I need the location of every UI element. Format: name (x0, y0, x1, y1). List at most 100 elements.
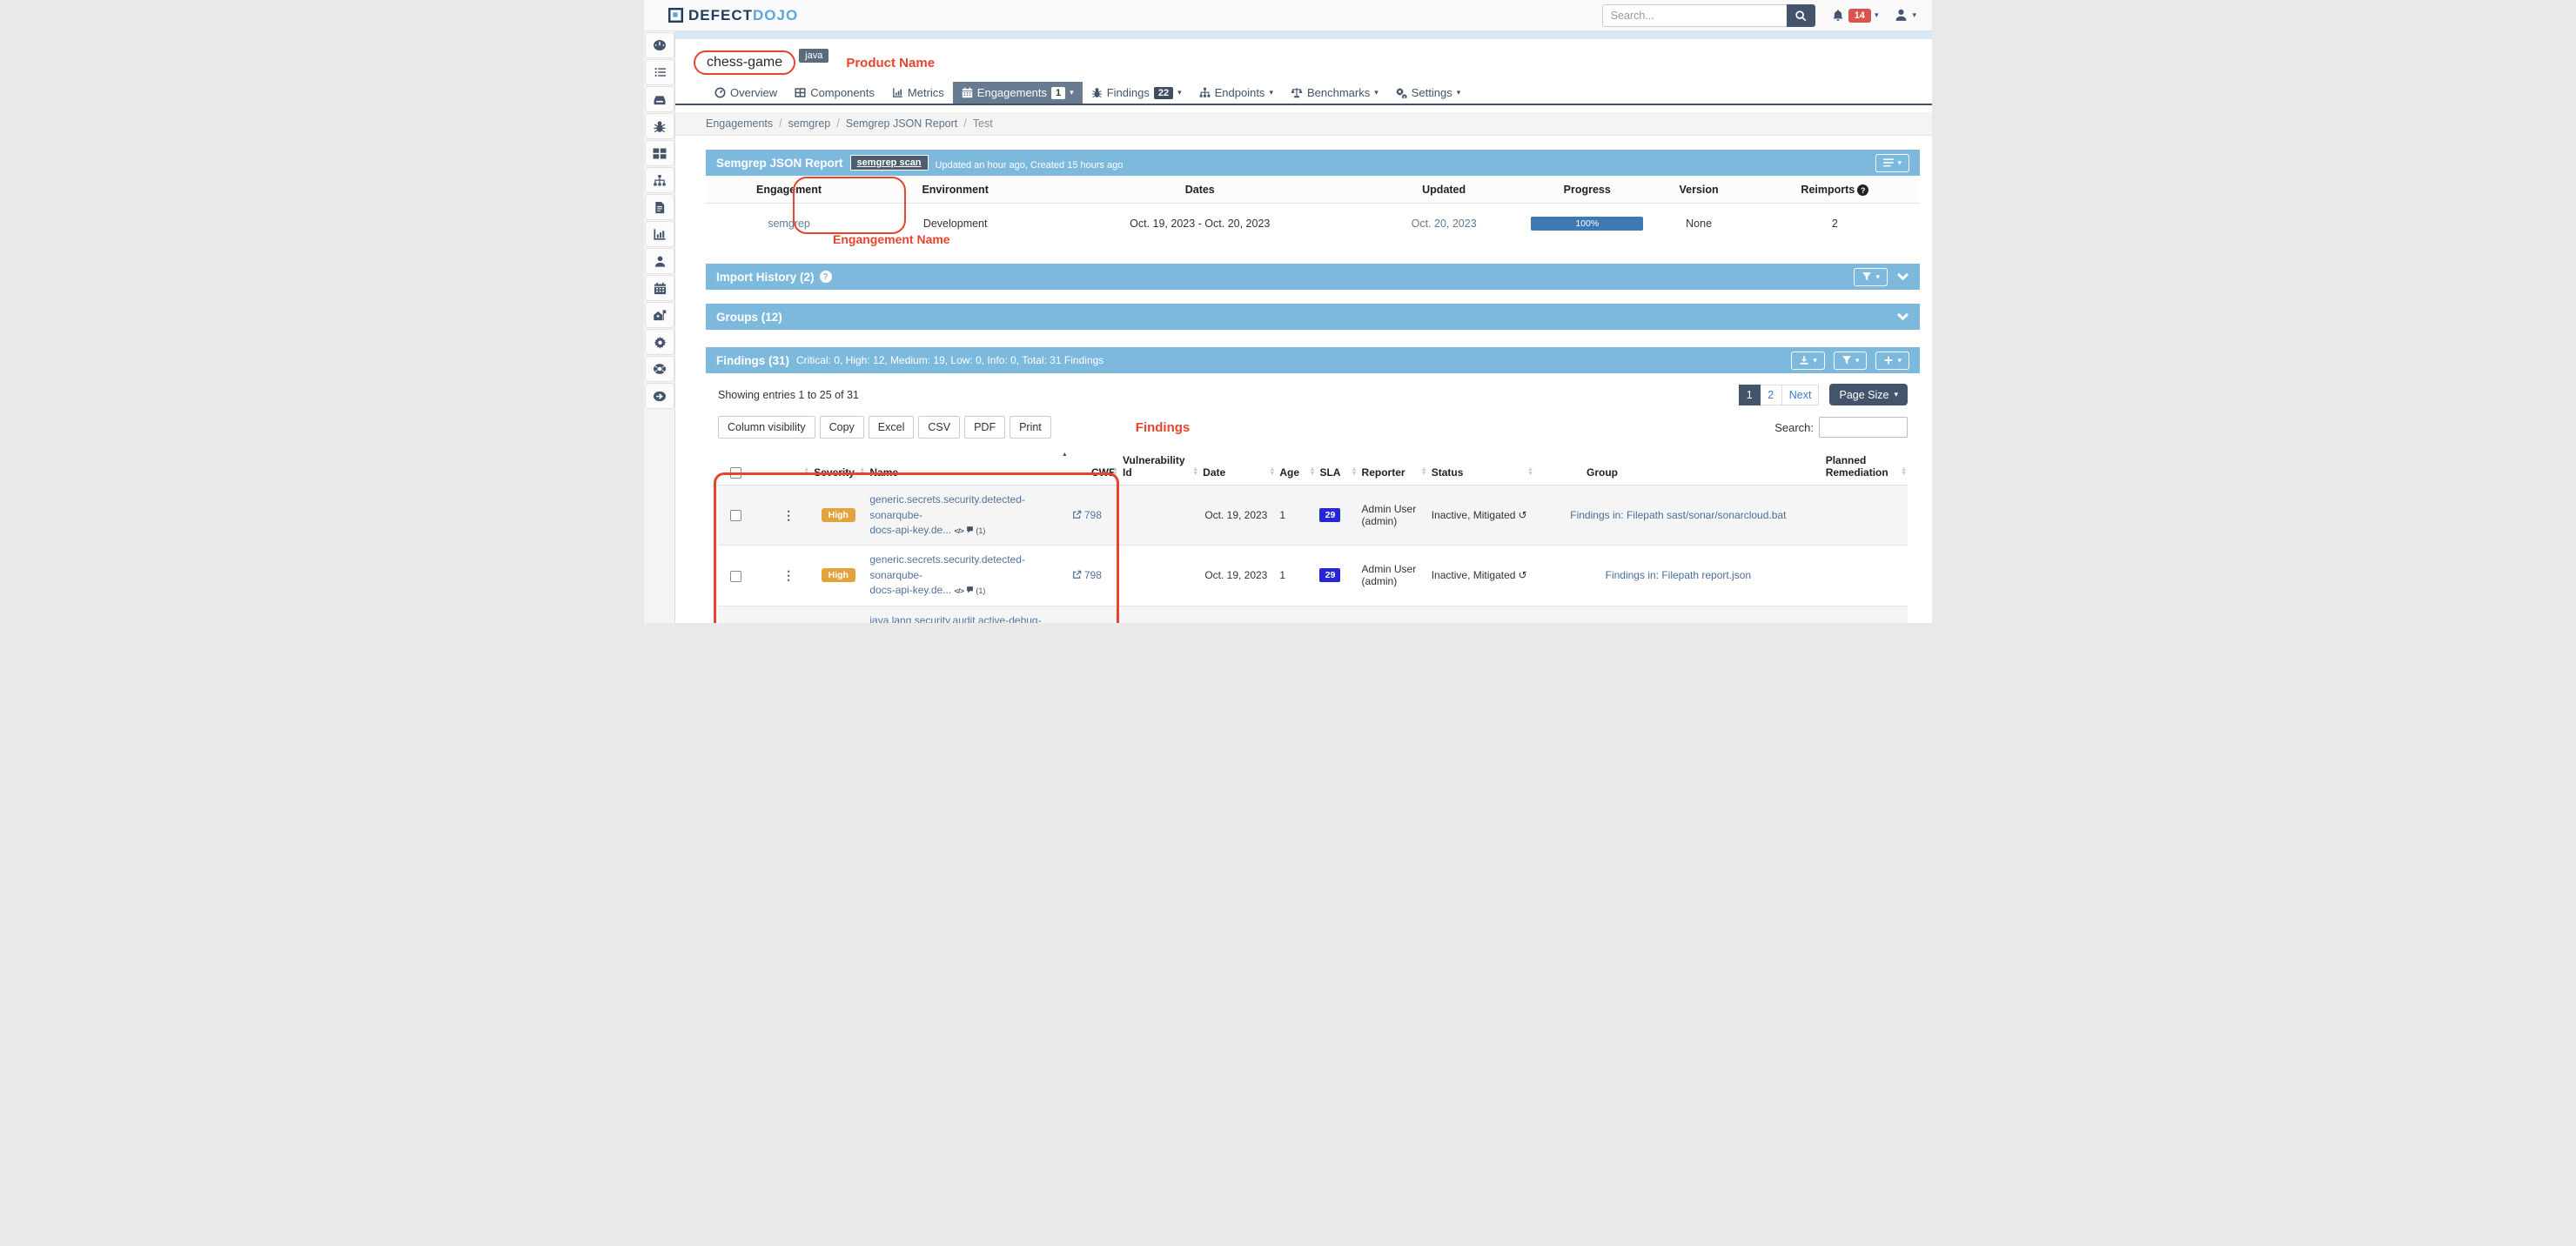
sort-control[interactable]: ▲▼ (1269, 467, 1275, 476)
row-checkbox[interactable] (730, 571, 741, 582)
global-search-button[interactable] (1787, 4, 1815, 27)
page-1-button[interactable]: 1 (1739, 385, 1761, 405)
sort-control[interactable]: ▲▼ (1527, 467, 1533, 476)
tab-endpoints[interactable]: Endpoints ▾ (1191, 82, 1282, 104)
sidebar-item-inbox[interactable] (645, 86, 674, 112)
import-history-header[interactable]: Import History (2) ? ▾ (706, 264, 1920, 290)
breadcrumb-semgrep[interactable]: semgrep (788, 117, 831, 130)
inbox-icon (653, 94, 667, 105)
sidebar-item-bug[interactable] (645, 113, 674, 139)
user-menu[interactable]: ▾ (1894, 8, 1916, 23)
cwe-link[interactable]: 798 (1072, 569, 1102, 581)
column-visibility-button[interactable]: Column visibility (718, 416, 815, 439)
csv-button[interactable]: CSV (918, 416, 960, 439)
sort-control[interactable]: ▲▼ (803, 467, 809, 476)
engagements-count-badge: 1 (1051, 87, 1065, 99)
tab-settings[interactable]: Settings ▾ (1387, 82, 1470, 104)
sidebar-item-dashboard[interactable] (645, 32, 674, 58)
sidebar-item-logout[interactable] (645, 383, 674, 409)
notifications-menu[interactable]: 14 ▾ (1831, 9, 1879, 23)
comment-icon[interactable] (966, 586, 974, 593)
finding-group-link[interactable]: Findings in: Filepath src/main/java/core… (1546, 622, 1811, 623)
page-size-button[interactable]: Page Size▾ (1829, 384, 1908, 405)
sidebar-item-products[interactable] (645, 302, 674, 328)
col-sla[interactable]: SLA▲▼ (1316, 449, 1358, 486)
tab-overview[interactable]: Overview (706, 82, 786, 104)
row-actions-kebab-icon[interactable]: ⋮ (782, 568, 795, 582)
col-severity[interactable]: Severity▲▼ (810, 449, 866, 486)
comment-icon[interactable] (966, 526, 974, 533)
sidebar-item-components[interactable] (645, 140, 674, 166)
sort-control[interactable]: ▲▼ (1192, 467, 1198, 476)
col-vulnerability-id[interactable]: Vulnerability Id▲▼ (1119, 449, 1199, 486)
sort-control[interactable]: ▲▼ (1901, 467, 1907, 476)
col-cwe[interactable]: CWE▲▼ (1069, 449, 1119, 486)
tab-metrics[interactable]: Metrics (883, 82, 953, 104)
col-age[interactable]: Age▲▼ (1276, 449, 1316, 486)
groups-header[interactable]: Groups (12) (706, 304, 1920, 330)
col-reporter[interactable]: Reporter▲▼ (1358, 449, 1428, 486)
breadcrumb-current: Test (973, 117, 993, 130)
tab-benchmarks[interactable]: Benchmarks ▾ (1282, 82, 1387, 104)
sidebar-item-support[interactable] (645, 356, 674, 382)
product-name[interactable]: chess-game (707, 55, 782, 70)
tab-engagements[interactable]: Engagements 1 ▾ (953, 82, 1083, 104)
add-finding-button[interactable]: ▾ (1875, 352, 1909, 370)
help-icon[interactable]: ? (820, 271, 832, 283)
breadcrumb-engagements[interactable]: Engagements (706, 117, 773, 130)
next-page-button[interactable]: Next (1782, 385, 1820, 405)
finding-group-link[interactable]: Findings in: Filepath report.json (1606, 569, 1751, 581)
collapse-chevron-icon[interactable] (1896, 272, 1909, 281)
sidebar-item-configuration[interactable] (645, 329, 674, 355)
excel-button[interactable]: Excel (869, 416, 915, 439)
sort-control[interactable]: ▲▼ (1421, 467, 1427, 476)
updated-value[interactable]: Oct. 20, 2023 (1412, 218, 1477, 230)
tab-findings[interactable]: Findings 22 ▾ (1083, 82, 1191, 104)
col-group[interactable]: Group (1534, 449, 1822, 486)
col-date[interactable]: Date▲▼ (1199, 449, 1276, 486)
sidebar-item-reports[interactable] (645, 194, 674, 220)
sort-control[interactable]: ▲▼ (1352, 467, 1358, 476)
sla-badge: 29 (1319, 568, 1340, 582)
print-button[interactable]: Print (1010, 416, 1051, 439)
sidebar-item-endpoints[interactable] (645, 167, 674, 193)
scan-type-badge[interactable]: semgrep scan (850, 155, 929, 171)
import-history-filter-button[interactable]: ▾ (1854, 268, 1888, 286)
select-all-checkbox[interactable] (730, 467, 741, 479)
pdf-button[interactable]: PDF (964, 416, 1005, 439)
row-actions-kebab-icon[interactable]: ⋮ (782, 508, 795, 522)
findings-filter-button[interactable]: ▾ (1834, 352, 1868, 370)
finding-name-link[interactable]: java.lang.security.audit.active-debug-co… (869, 613, 1065, 623)
sort-control[interactable]: ▲▼ (1112, 467, 1118, 476)
panel-menu-button[interactable]: ▾ (1875, 154, 1909, 172)
sidebar-item-metrics[interactable] (645, 221, 674, 247)
sort-control[interactable]: ▲▼ (1310, 467, 1316, 476)
help-icon[interactable]: ? (1857, 184, 1868, 196)
defectdojo-logo[interactable]: DEFECTDOJO (668, 7, 798, 24)
col-name[interactable]: Name▲ (866, 449, 1069, 486)
copy-button[interactable]: Copy (820, 416, 864, 439)
sidebar-item-users[interactable] (645, 248, 674, 274)
download-button[interactable]: ▾ (1791, 352, 1825, 370)
sidebar-item-calendar[interactable] (645, 275, 674, 301)
engagement-link[interactable]: semgrep (768, 218, 810, 230)
finding-name-link[interactable]: generic.secrets.security.detected-sonarq… (869, 492, 1065, 538)
sidebar-item-list[interactable] (645, 59, 674, 85)
row-checkbox[interactable] (730, 510, 741, 521)
tab-components[interactable]: Components (786, 82, 883, 104)
history-icon[interactable]: ↺ (1518, 569, 1526, 581)
page-2-button[interactable]: 2 (1761, 385, 1782, 405)
table-search-input[interactable] (1819, 417, 1908, 438)
cwe-link[interactable]: 798 (1072, 509, 1102, 521)
collapse-chevron-icon[interactable] (1896, 312, 1909, 321)
sort-control-active[interactable]: ▲ (1062, 452, 1068, 457)
history-icon[interactable]: ↺ (1518, 509, 1526, 521)
report-title: Semgrep JSON Report (716, 157, 843, 170)
breadcrumb-report[interactable]: Semgrep JSON Report (846, 117, 958, 130)
col-planned-remediation[interactable]: Planned Remediation▲▼ (1822, 449, 1908, 486)
col-status[interactable]: Status▲▼ (1428, 449, 1534, 486)
sort-control[interactable]: ▲▼ (859, 467, 865, 476)
finding-name-link[interactable]: generic.secrets.security.detected-sonarq… (869, 553, 1065, 598)
finding-group-link[interactable]: Findings in: Filepath sast/sonar/sonarcl… (1570, 509, 1786, 521)
global-search-input[interactable] (1602, 4, 1787, 27)
